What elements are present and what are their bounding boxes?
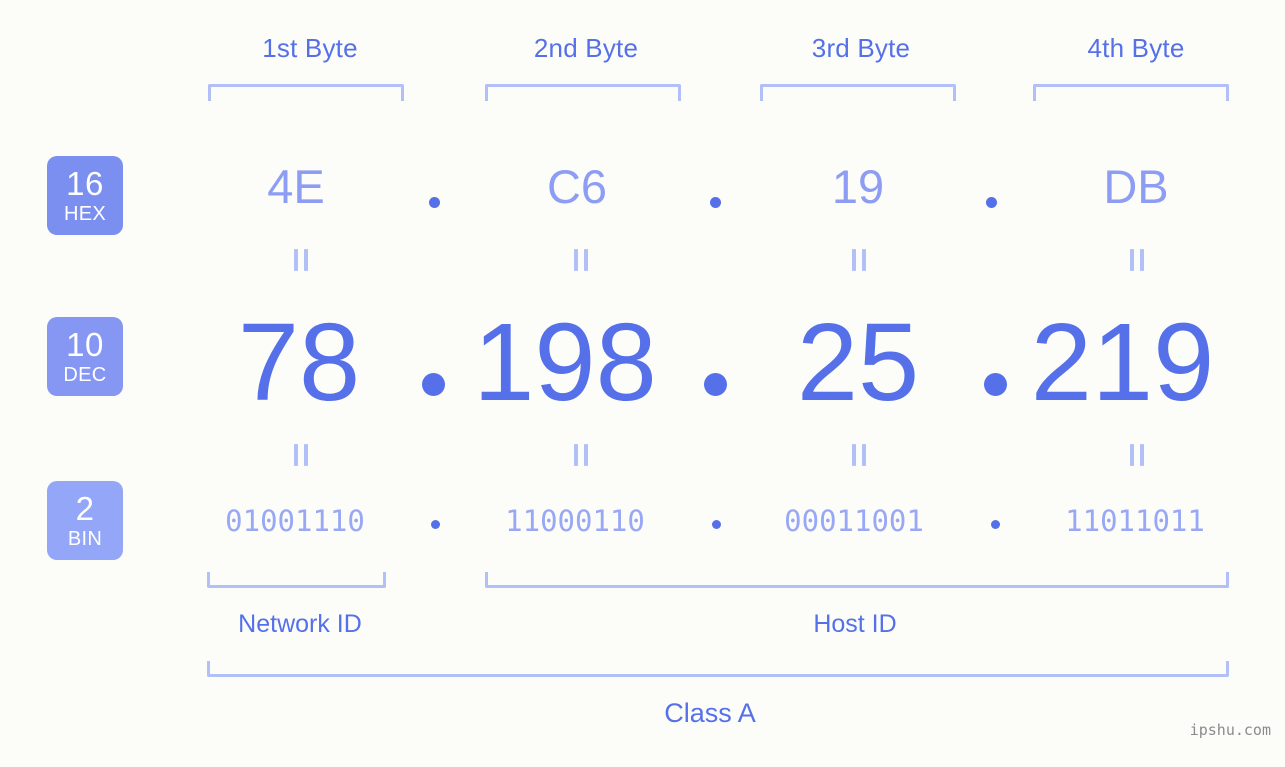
equals-connector-hex-dec-4 [1124,249,1150,271]
base-badge-bin: 2 BIN [47,481,123,560]
bin-byte-1: 01001110 [225,504,365,538]
base-badge-bin-name: BIN [67,528,103,550]
ip-class-label: Class A [664,698,756,728]
equals-connector-dec-bin-2 [568,444,594,466]
byte-header-4: 4th Byte [1087,33,1185,63]
byte-header-2: 2nd Byte [533,33,639,63]
dec-byte-4: 219 [1030,301,1215,424]
base-badge-bin-number: 2 [75,490,95,527]
dec-byte-2: 198 [473,301,657,424]
equals-connector-dec-bin-4 [1124,444,1150,466]
network-id-label: Network ID [238,610,362,638]
dec-separator-1 [422,373,445,396]
bin-byte-2: 11000110 [505,504,645,538]
equals-connector-hex-dec-1 [288,249,314,271]
base-badge-dec-number: 10 [66,326,104,363]
hex-byte-4: DB [1103,160,1169,213]
byte-bracket-top-1 [208,84,404,101]
byte-header-1: 1st Byte [262,33,358,63]
site-watermark: ipshu.com [1189,721,1271,739]
host-id-bracket [485,572,1229,588]
base-badge-hex-name: HEX [63,203,107,225]
dec-byte-1: 78 [237,301,361,424]
byte-bracket-top-2 [485,84,681,101]
byte-bracket-top-3 [760,84,956,101]
equals-connector-hex-dec-2 [568,249,594,271]
dec-byte-3: 25 [796,301,920,424]
bin-byte-4: 11011011 [1065,504,1205,538]
bin-byte-3: 00011001 [784,504,924,538]
hex-separator-2 [710,197,721,208]
dec-separator-2 [704,373,727,396]
ip-class-bracket [207,661,1229,677]
ip-breakdown-diagram: 1st Byte 2nd Byte 3rd Byte 4th Byte 16 H… [0,0,1285,767]
network-id-bracket [207,572,386,588]
base-badge-hex: 16 HEX [47,156,123,235]
host-id-label: Host ID [813,610,897,638]
base-badge-hex-number: 16 [66,165,104,202]
equals-connector-hex-dec-3 [846,249,872,271]
hex-separator-3 [986,197,997,208]
hex-byte-1: 4E [267,160,325,213]
byte-bracket-top-4 [1033,84,1229,101]
hex-byte-2: C6 [546,160,608,213]
dec-separator-3 [984,373,1007,396]
base-badge-dec-name: DEC [63,364,107,386]
base-badge-dec: 10 DEC [47,317,123,396]
hex-byte-3: 19 [831,160,885,213]
hex-separator-1 [429,197,440,208]
byte-header-3: 3rd Byte [811,33,911,63]
equals-connector-dec-bin-3 [846,444,872,466]
equals-connector-dec-bin-1 [288,444,314,466]
